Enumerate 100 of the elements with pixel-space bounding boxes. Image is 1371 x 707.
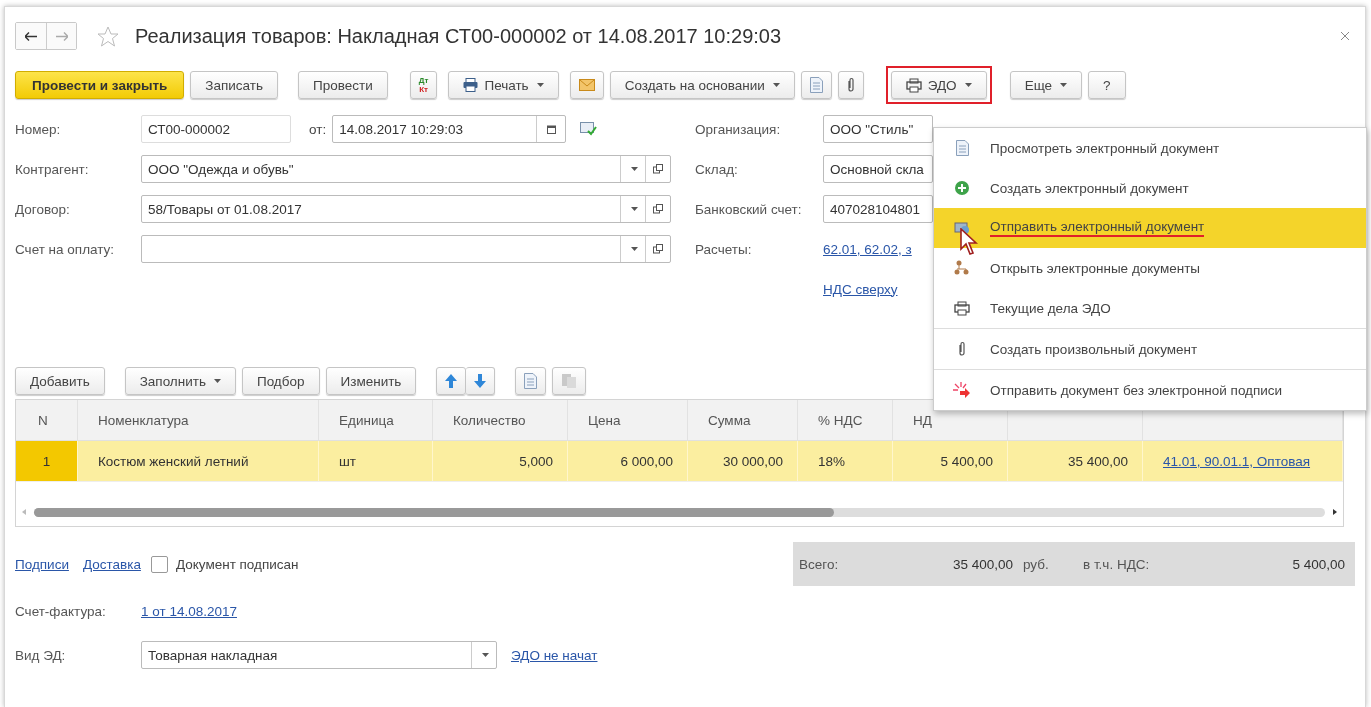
caret-icon	[630, 247, 638, 251]
input-field[interactable]: 407028104801	[823, 195, 933, 223]
toolbar-button[interactable]: Еще	[1009, 71, 1083, 99]
link[interactable]: Подписи	[15, 556, 69, 572]
printer-stack-icon	[954, 300, 970, 316]
table-cell: 1	[16, 441, 78, 481]
print-button[interactable]: Печать	[448, 71, 559, 99]
toolbar-button[interactable]: Добавить	[15, 367, 105, 395]
select-field[interactable]: Товарная накладная	[141, 641, 497, 669]
documents-icon	[561, 373, 578, 389]
menu-item[interactable]: Просмотреть электронный документ	[934, 128, 1366, 168]
arrow-up-icon	[445, 374, 458, 388]
calendar-icon	[546, 124, 556, 134]
toolbar-button[interactable]: ?	[1088, 71, 1126, 99]
field-label: от:	[309, 121, 327, 137]
paperclip-icon	[846, 77, 855, 93]
table-cell: 5,000	[433, 441, 568, 481]
email-button[interactable]	[569, 71, 604, 99]
document-icon	[524, 373, 538, 389]
table-cell: шт	[319, 441, 433, 481]
open-form-icon	[653, 204, 663, 214]
menu-item[interactable]: Отправить электронный документ	[934, 208, 1366, 248]
attach-button[interactable]	[837, 71, 864, 99]
checkbox[interactable]	[150, 555, 168, 573]
edo-menu-button[interactable]: ЭДО	[890, 71, 987, 99]
move-up-button[interactable]	[436, 367, 467, 395]
toolbar-button[interactable]: Создать на основании	[609, 71, 795, 99]
link[interactable]: Доставка	[82, 556, 141, 572]
table-cell: Костюм женский летний	[78, 441, 319, 481]
column-header: N	[16, 400, 78, 440]
printer-icon	[463, 78, 479, 92]
menu-item[interactable]: Текущие дела ЭДО	[934, 288, 1366, 328]
toolbar-button[interactable]: Подбор	[241, 367, 320, 395]
menu-item[interactable]: Открыть электронные документы	[934, 248, 1366, 288]
field-label: Банковский счет:	[694, 201, 803, 217]
date-field[interactable]: 14.08.2017 10:29:03	[332, 115, 567, 143]
table-cell: 6 000,00	[568, 441, 688, 481]
scroll-right-icon	[1333, 509, 1337, 515]
field-label: Договор:	[15, 201, 71, 217]
column-header: Единица	[319, 400, 433, 440]
arrow-down-icon	[474, 374, 487, 388]
total-label: Всего:	[798, 556, 840, 572]
column-header: Сумма	[688, 400, 798, 440]
select-field[interactable]: ООО "Одежда и обувь"	[141, 155, 671, 183]
field-label: Контрагент:	[15, 161, 90, 177]
arrow-right-icon	[55, 31, 68, 41]
posted-document-icon	[580, 122, 598, 136]
table-cell: 35 400,00	[1008, 441, 1143, 481]
window-title: Реализация товаров: Накладная СТ00-000002 от 14.08.2017 10:29:03	[135, 24, 782, 48]
debit-credit-button[interactable]: Дт Кт	[409, 71, 438, 99]
toolbar-button[interactable]: Записать	[190, 71, 279, 99]
table-cell: 5 400,00	[893, 441, 1008, 481]
field-label: Номер:	[15, 121, 62, 137]
link[interactable]: НДС сверху	[823, 281, 898, 297]
paperclip-icon	[958, 341, 966, 357]
menu-item[interactable]: Создать произвольный документ	[934, 329, 1366, 369]
back-button[interactable]	[16, 23, 46, 49]
star-icon[interactable]	[97, 25, 119, 47]
menu-item[interactable]: Создать электронный документ	[934, 168, 1366, 208]
select-field[interactable]: 58/Товары от 01.08.2017	[141, 195, 671, 223]
plus-icon	[955, 181, 969, 195]
checkbox-label: Документ подписан	[175, 556, 299, 572]
paste-button[interactable]	[552, 367, 587, 395]
link[interactable]: 1 от 14.08.2017	[141, 603, 237, 619]
table-row[interactable]: 1 Костюм женский летний шт 5,000 6 000,00 30 000,00 18% 5 400,00 35 400,00 41.01, 90.01.1, Оптовая	[16, 441, 1343, 482]
field-label: Счет на оплату:	[15, 241, 116, 257]
caret-icon	[630, 167, 638, 171]
field-label: Склад:	[694, 161, 739, 177]
toolbar-button[interactable]: Изменить	[325, 367, 417, 395]
move-down-button[interactable]	[466, 367, 496, 395]
link[interactable]: ЭДО не начат	[511, 647, 598, 663]
field-label: Расчеты:	[694, 241, 753, 257]
column-header: Цена	[568, 400, 688, 440]
table-cell: 30 000,00	[688, 441, 798, 481]
link[interactable]: 62.01, 62.02, з	[823, 241, 912, 257]
input-field[interactable]: Основной скла	[823, 155, 933, 183]
number-field[interactable]: СТ00-000002	[141, 115, 291, 143]
vat-value: 5 400,00	[1291, 556, 1346, 572]
close-icon[interactable]	[1341, 32, 1349, 40]
column-header: Номенклатура	[78, 400, 319, 440]
column-header: Количество	[433, 400, 568, 440]
toolbar-button[interactable]: Заполнить	[124, 367, 236, 395]
document-button[interactable]	[800, 71, 832, 99]
select-field[interactable]	[141, 235, 671, 263]
arrow-left-icon	[25, 31, 37, 41]
caret-icon	[481, 653, 489, 657]
input-field[interactable]: ООО "Стиль"	[823, 115, 933, 143]
column-header: % НДС	[798, 400, 893, 440]
link[interactable]: 41.01, 90.01.1, Оптовая	[1163, 453, 1311, 469]
hierarchy-icon	[954, 260, 970, 276]
scroll-left-icon	[22, 509, 26, 515]
currency-label: руб.	[1023, 556, 1050, 572]
document-icon	[809, 77, 823, 93]
table-cell: 18%	[798, 441, 893, 481]
post-and-close-button[interactable]: Провести и закрыть	[15, 71, 185, 99]
total-value: 35 400,00	[951, 556, 1013, 572]
copy-button[interactable]	[515, 367, 547, 395]
vat-label: в т.ч. НДС:	[1082, 556, 1151, 572]
open-form-icon	[653, 164, 663, 174]
toolbar-button[interactable]: Провести	[298, 71, 388, 99]
